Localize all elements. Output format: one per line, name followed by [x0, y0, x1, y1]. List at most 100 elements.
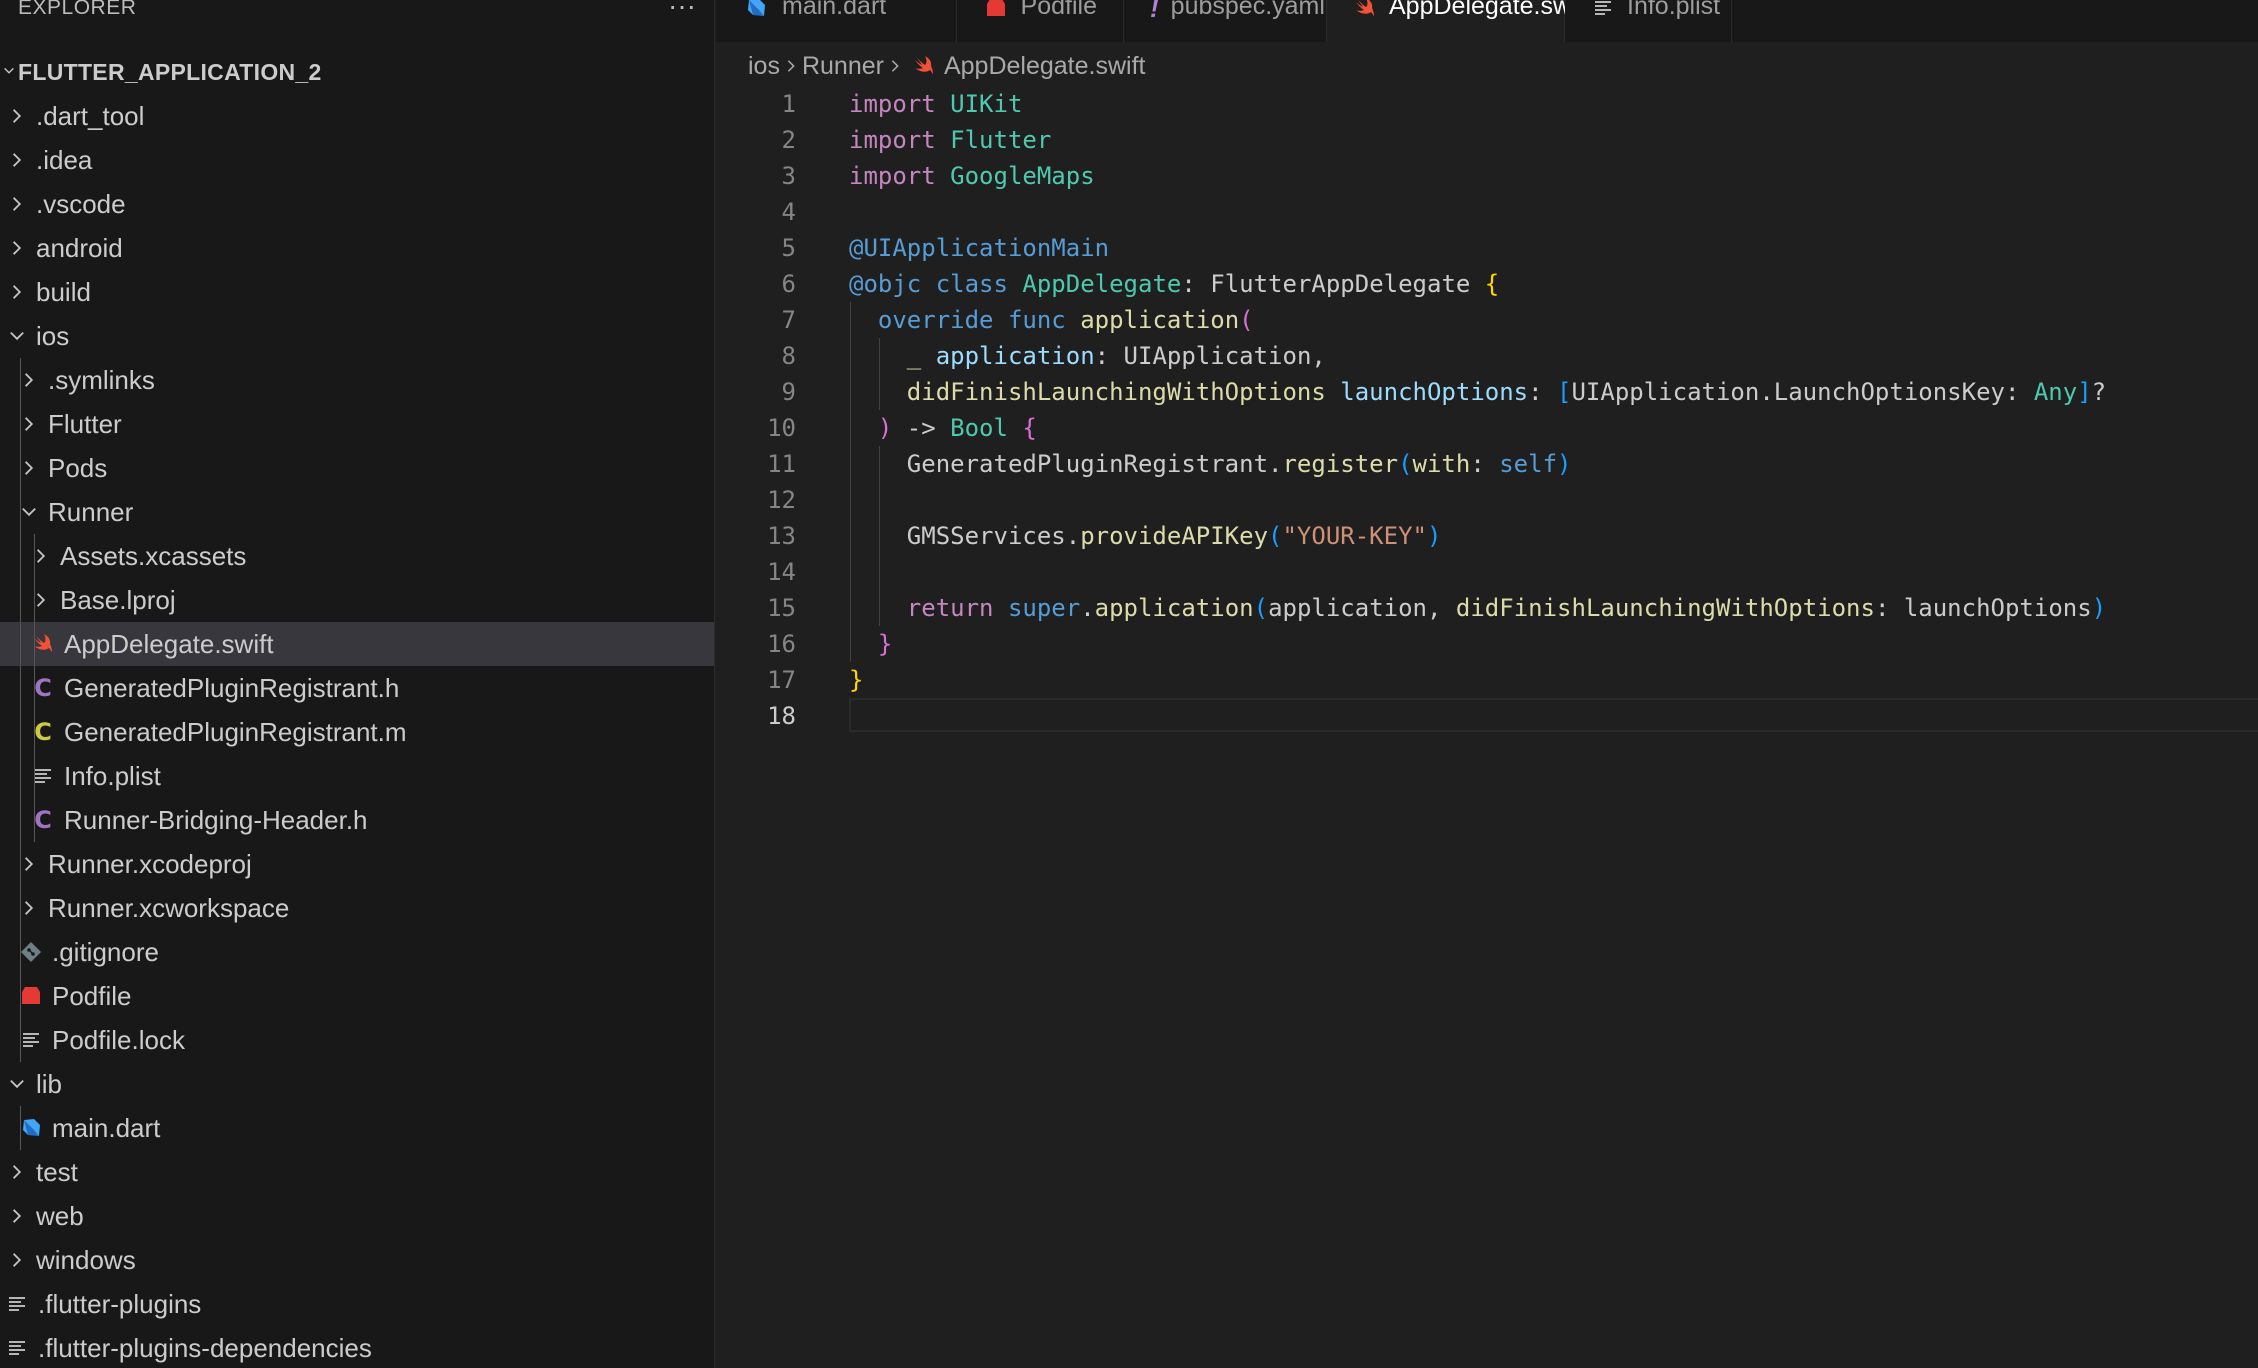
breadcrumb-item-runner[interactable]: Runner — [802, 52, 884, 81]
line-number: 8 — [781, 342, 796, 370]
tab-pubspec-yaml[interactable]: ! pubspec.yaml — [1124, 0, 1327, 42]
tree-item-label: Flutter — [48, 408, 122, 439]
lines-icon — [2, 1333, 32, 1363]
tree-item-label: Base.lproj — [60, 584, 176, 615]
tree-item-base-lproj[interactable]: Base.lproj — [0, 578, 714, 622]
tab-label: pubspec.yaml — [1170, 0, 1325, 20]
code-text: _ application: UIApplication, — [849, 338, 1326, 374]
more-actions-icon[interactable]: ··· — [668, 0, 696, 20]
tree-item-vscode[interactable]: .vscode — [0, 182, 714, 226]
tree-item-windows[interactable]: windows — [0, 1238, 714, 1282]
code-text: override func application( — [849, 302, 1254, 338]
code-text: import Flutter — [849, 122, 1051, 158]
code-line[interactable]: 12 — [716, 482, 2258, 518]
code-text: } — [849, 662, 863, 698]
code-line[interactable]: 7 override func application( — [716, 302, 2258, 338]
tree-item-symlinks[interactable]: .symlinks — [0, 358, 714, 402]
tree-item-generatedpluginregistrant-m[interactable]: C GeneratedPluginRegistrant.m — [0, 710, 714, 754]
code-line[interactable]: 2 import Flutter — [716, 122, 2258, 158]
tree-item-runner[interactable]: Runner — [0, 490, 714, 534]
code-token: ] — [2077, 378, 2092, 406]
code-line[interactable]: 18 — [716, 698, 2258, 734]
code-editor[interactable]: 1 import UIKit 2 import Flutter 3 import Goog… — [716, 86, 2258, 734]
line-number: 14 — [767, 558, 796, 586]
code-token: import — [849, 162, 936, 190]
tree-item-flutter-plugins-dependencies[interactable]: .flutter-plugins-dependencies — [0, 1326, 714, 1368]
tree-item-android[interactable]: android — [0, 226, 714, 270]
tree-item-runner-xcodeproj[interactable]: Runner.xcodeproj — [0, 842, 714, 886]
code-line[interactable]: 5 @UIApplicationMain — [716, 230, 2258, 266]
tree-item-main-dart[interactable]: main.dart — [0, 1106, 714, 1150]
code-line[interactable]: 15 return super.application(application,… — [716, 590, 2258, 626]
tree-item-flutter[interactable]: Flutter — [0, 402, 714, 446]
swift-icon — [1353, 0, 1377, 22]
code-line[interactable]: 6 @objc class AppDelegate: FlutterAppDele… — [716, 266, 2258, 302]
tree-item-runner-xcworkspace[interactable]: Runner.xcworkspace — [0, 886, 714, 930]
tree-item-assets-xcassets[interactable]: Assets.xcassets — [0, 534, 714, 578]
chevron-right-icon — [2, 1157, 32, 1187]
code-line[interactable]: 14 — [716, 554, 2258, 590]
tree-item-ios[interactable]: ios — [0, 314, 714, 358]
line-number: 13 — [767, 522, 796, 550]
project-root[interactable]: FLUTTER_APPLICATION_2 — [0, 50, 714, 94]
tree-item-lib[interactable]: lib — [0, 1062, 714, 1106]
code-line[interactable]: 4 — [716, 194, 2258, 230]
line-number: 18 — [767, 702, 796, 730]
tree-item-test[interactable]: test — [0, 1150, 714, 1194]
code-text: import UIKit — [849, 86, 1022, 122]
code-token: GMSServices. — [849, 522, 1081, 550]
tree-item-web[interactable]: web — [0, 1194, 714, 1238]
code-line[interactable]: 10 ) -> Bool { — [716, 410, 2258, 446]
code-text: GeneratedPluginRegistrant.register(with:… — [849, 446, 1572, 482]
line-number: 15 — [767, 594, 796, 622]
tree-item-label: .symlinks — [48, 364, 155, 395]
editor-area: main.dart Podfile! pubspec.yaml AppDelegate… — [716, 0, 2258, 1368]
indent-guide — [879, 338, 880, 410]
tree-item-gitignore[interactable]: .gitignore — [0, 930, 714, 974]
tab-appdelegate-swift[interactable]: AppDelegate.swift — [1327, 0, 1591, 42]
line-number: 1 — [781, 90, 796, 118]
code-line[interactable]: 3 import GoogleMaps — [716, 158, 2258, 194]
tree-item-build[interactable]: build — [0, 270, 714, 314]
tree-item-dart-tool[interactable]: .dart_tool — [0, 94, 714, 138]
tree-item-info-plist[interactable]: Info.plist — [0, 754, 714, 798]
chevron-right-icon — [14, 849, 44, 879]
exclamation-icon: ! — [1150, 0, 1159, 23]
tab-main-dart[interactable]: main.dart — [716, 0, 957, 42]
tree-item-pods[interactable]: Pods — [0, 446, 714, 490]
explorer-sidebar: EXPLORER ··· FLUTTER_APPLICATION_2 .dart… — [0, 0, 715, 1368]
code-line[interactable]: 9 didFinishLaunchingWithOptions launchOp… — [716, 374, 2258, 410]
code-token: GeneratedPluginRegistrant. — [849, 450, 1283, 478]
chevron-right-icon — [26, 585, 56, 615]
tab-info-plist[interactable]: Info.plist — [1565, 0, 1732, 42]
breadcrumb-item-file[interactable]: AppDelegate.swift — [944, 52, 1146, 81]
code-text: import GoogleMaps — [849, 158, 1095, 194]
tree-item-label: Runner — [48, 496, 134, 527]
chevron-down-icon — [14, 497, 44, 527]
tree-item-idea[interactable]: .idea — [0, 138, 714, 182]
tree-item-appdelegate-swift[interactable]: AppDelegate.swift — [0, 622, 714, 666]
code-token: _ — [906, 342, 922, 370]
code-token: : launchOptions — [1874, 594, 2092, 622]
code-line[interactable]: 13 GMSServices.provideAPIKey("YOUR-KEY") — [716, 518, 2258, 554]
code-token: : — [1470, 450, 1500, 478]
code-line[interactable]: 11 GeneratedPluginRegistrant.register(wi… — [716, 446, 2258, 482]
code-line[interactable]: 16 } — [716, 626, 2258, 662]
code-line[interactable]: 1 import UIKit — [716, 86, 2258, 122]
tree-item-runner-bridging-header-h[interactable]: C Runner-Bridging-Header.h — [0, 798, 714, 842]
tab-podfile[interactable]: Podfile — [957, 0, 1124, 42]
tree-item-podfile-lock[interactable]: Podfile.lock — [0, 1018, 714, 1062]
breadcrumb-item-ios[interactable]: ios — [748, 52, 780, 81]
code-line[interactable]: 17} — [716, 662, 2258, 698]
tree-item-generatedpluginregistrant-h[interactable]: C GeneratedPluginRegistrant.h — [0, 666, 714, 710]
tree-item-podfile[interactable]: Podfile — [0, 974, 714, 1018]
tab-bar: main.dart Podfile! pubspec.yaml AppDelegate… — [716, 0, 2258, 42]
tree-item-flutter-plugins[interactable]: .flutter-plugins — [0, 1282, 714, 1326]
tree-item-label: .dart_tool — [36, 100, 145, 131]
chevron-right-icon — [884, 59, 906, 73]
tab-label: Info.plist — [1627, 0, 1721, 20]
code-line[interactable]: 8 _ application: UIApplication, — [716, 338, 2258, 374]
